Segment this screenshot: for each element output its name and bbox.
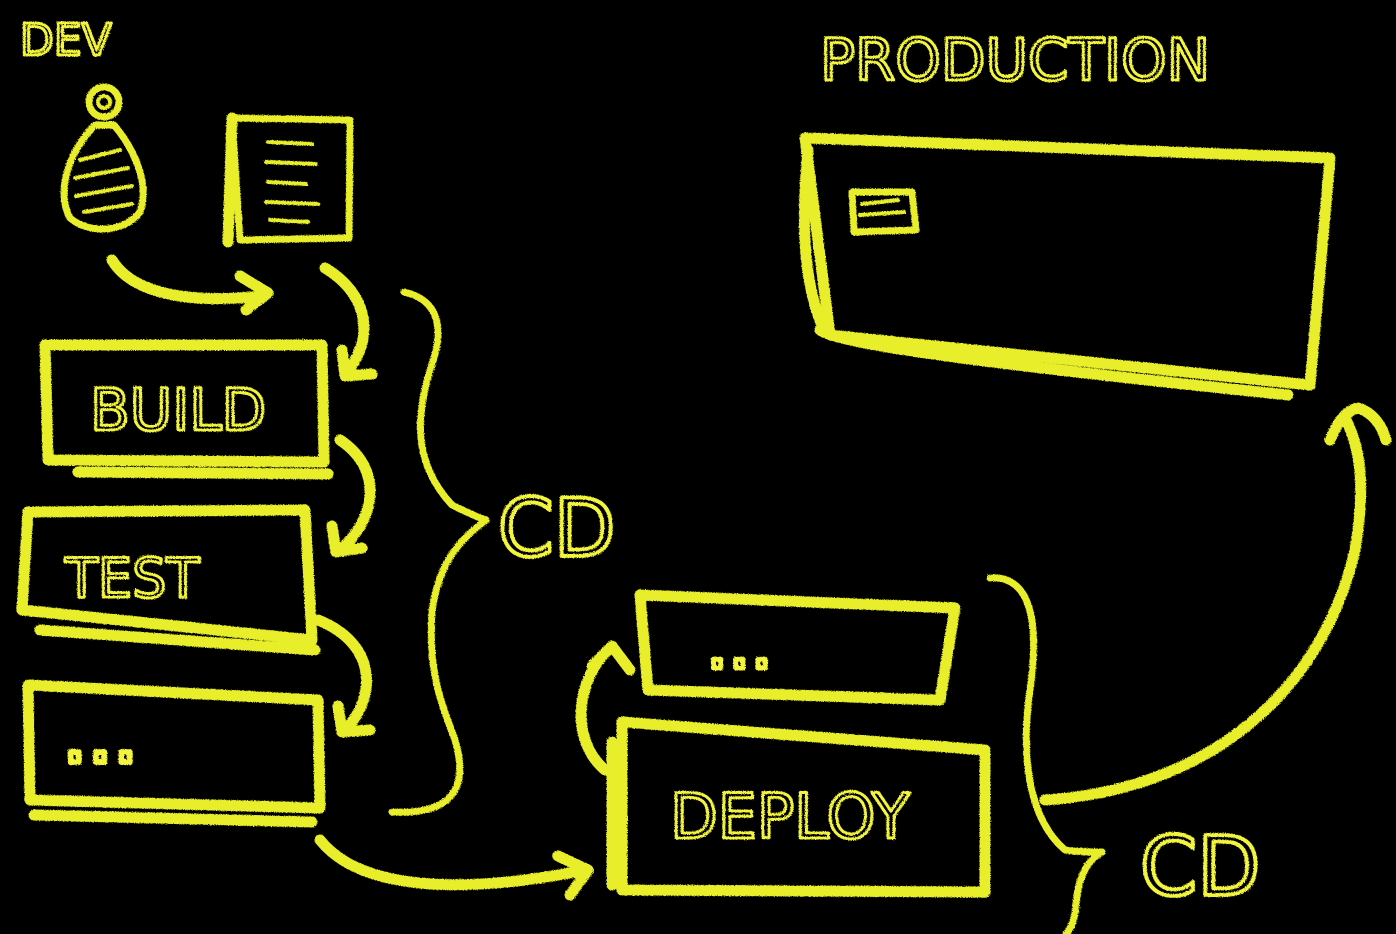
dev-to-code-arrow <box>106 254 274 316</box>
code-to-build-arrow <box>319 262 378 382</box>
deploy-more-dots: ... <box>706 603 773 685</box>
build-to-test-arrow <box>326 434 376 558</box>
test-stage-label: TEST <box>64 547 200 610</box>
cd-deploy-label: CD <box>1140 820 1260 915</box>
ci-cd-whiteboard: DEV BUILD TEST ... CD DEPLOY ... CD PROD… <box>0 0 1396 934</box>
cd-main-brace <box>388 288 490 816</box>
document-icon <box>222 112 354 248</box>
deploy-stage-label: DEPLOY <box>670 780 910 853</box>
pipeline-to-deploy-arrow <box>314 834 594 901</box>
cd-main-label: CD <box>498 482 615 575</box>
dev-label: DEV <box>20 15 112 66</box>
window-icon <box>798 132 1336 401</box>
deploy-to-production-arrow <box>1039 402 1392 806</box>
cd-deploy-brace <box>986 574 1106 934</box>
deploy-more-box <box>634 589 961 706</box>
more-stages-dots: ... <box>62 688 138 781</box>
production-label: PRODUCTION <box>820 26 1210 94</box>
person-icon <box>60 83 147 233</box>
build-stage-label: BUILD <box>90 376 266 444</box>
test-to-more-arrow <box>312 614 376 738</box>
